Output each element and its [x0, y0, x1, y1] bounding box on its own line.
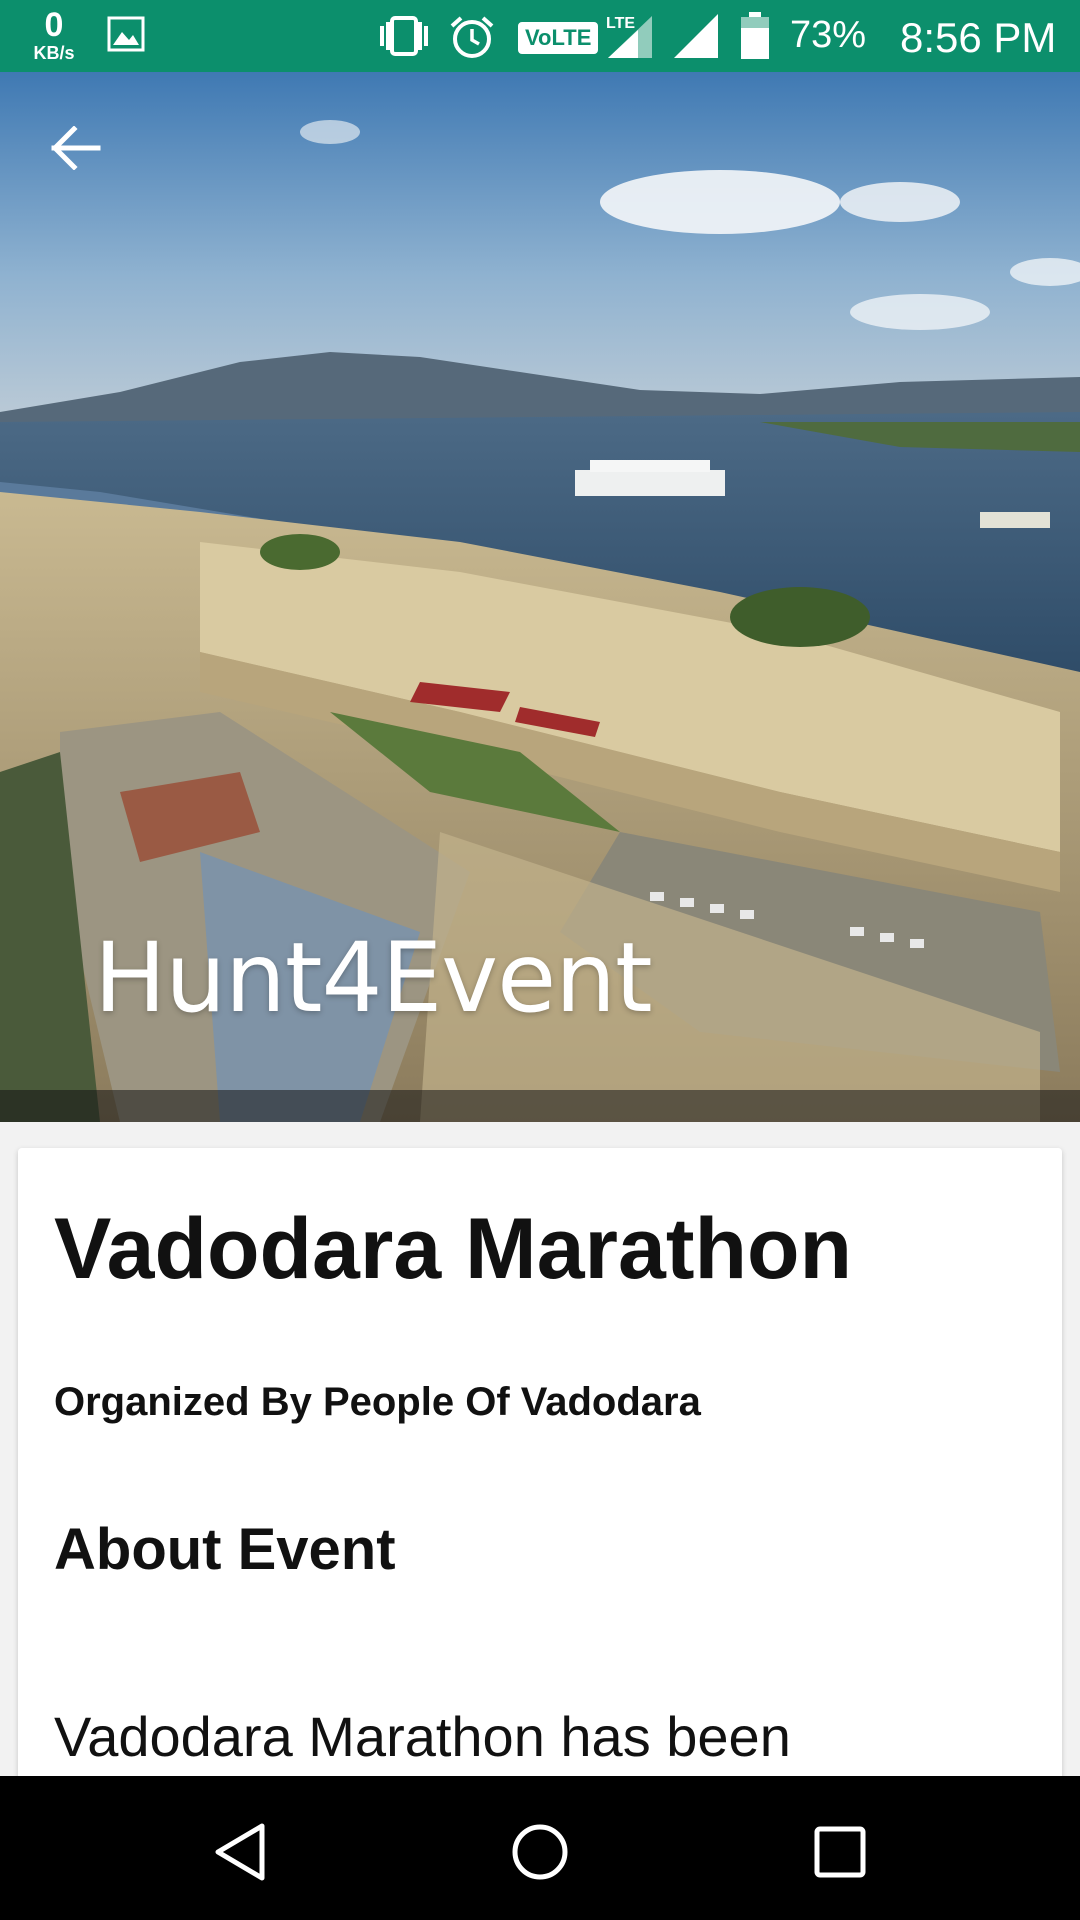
navigation-bar	[0, 1776, 1080, 1920]
lte-signal-icon: LTE	[604, 12, 656, 65]
network-speed-unit: KB/s	[33, 43, 75, 63]
about-heading: About Event	[54, 1517, 396, 1582]
alarm-icon	[448, 14, 496, 65]
circle-home-icon	[512, 1824, 568, 1880]
about-text: Vadodara Marathon has been	[54, 1705, 791, 1768]
event-organizer: Organized By People Of Vadodara	[54, 1380, 701, 1424]
hero-image: Hunt4Event	[0, 72, 1080, 1122]
event-card: Vadodara Marathon Organized By People Of…	[18, 1148, 1062, 1828]
vibrate-icon	[376, 14, 432, 63]
volte-label: VoLTE	[518, 22, 599, 54]
app-title: Hunt4Event	[94, 922, 653, 1034]
signal-icon	[672, 12, 720, 65]
clock: 8:56 PM	[900, 14, 1057, 61]
nav-back-button[interactable]	[200, 1812, 280, 1892]
status-bar: 0 KB/s VoLTE LTE 73% 8:56 PM	[0, 0, 1080, 72]
back-button[interactable]	[50, 126, 120, 196]
triangle-back-icon	[215, 1823, 265, 1881]
hero-bottom-strip	[0, 1090, 1080, 1122]
gallery-icon	[106, 14, 146, 59]
svg-text:LTE: LTE	[606, 15, 635, 32]
network-speed-value: 0	[44, 6, 64, 44]
battery-icon	[740, 12, 770, 65]
event-title: Vadodara Marathon	[54, 1201, 853, 1297]
arrow-left-icon	[51, 126, 101, 170]
nav-recents-button[interactable]	[800, 1812, 880, 1892]
battery-percent: 73%	[790, 14, 867, 56]
network-speed: 0 KB/s	[26, 8, 82, 64]
square-recents-icon	[814, 1826, 866, 1878]
nav-home-button[interactable]	[500, 1812, 580, 1892]
volte-badge: VoLTE	[518, 22, 599, 54]
